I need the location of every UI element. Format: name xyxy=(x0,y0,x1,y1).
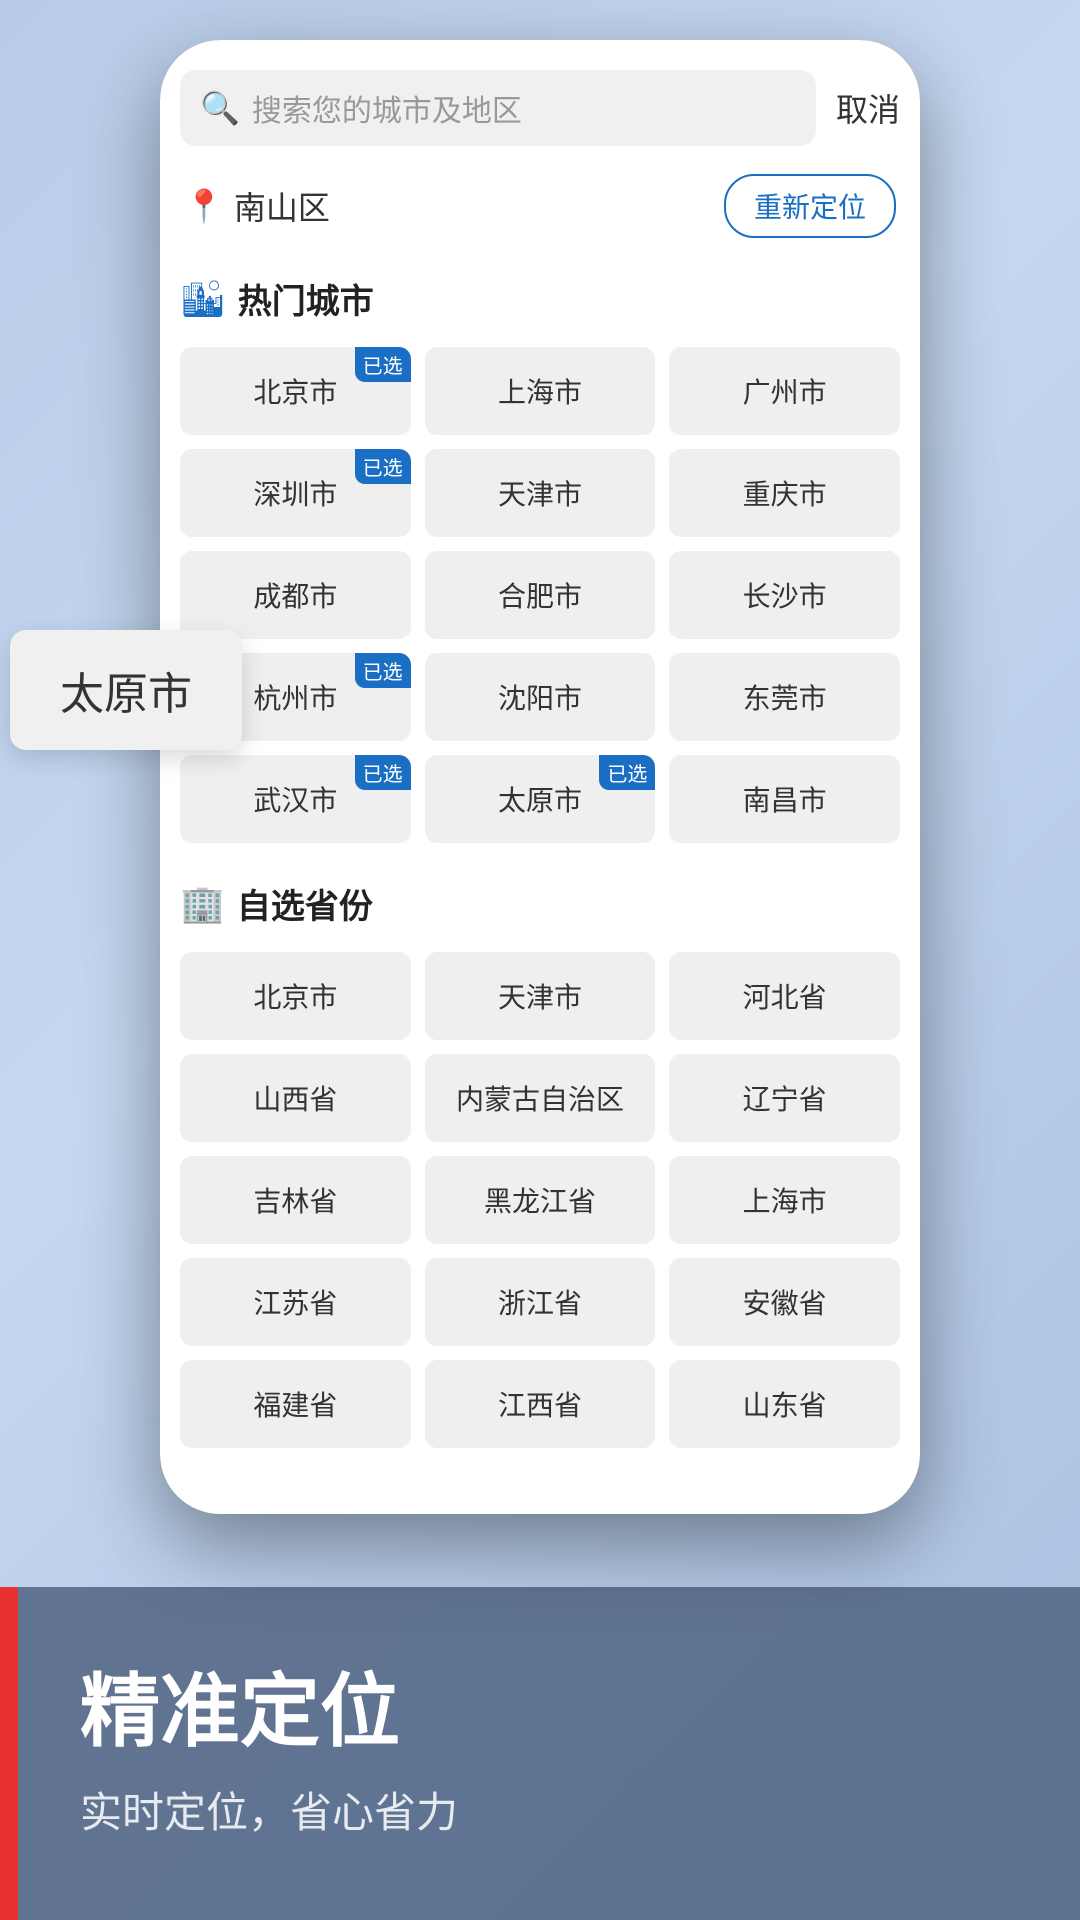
city-shanghai[interactable]: 上海市 xyxy=(425,347,656,435)
search-bar: 🔍 搜索您的城市及地区 取消 xyxy=(180,70,900,146)
prov-shanxi[interactable]: 山西省 xyxy=(180,1054,411,1142)
promo-section: 精准定位 实时定位，省心省力 xyxy=(0,1587,1080,1920)
location-pin-icon: 📍 xyxy=(184,187,224,225)
prov-liaoning[interactable]: 辽宁省 xyxy=(669,1054,900,1142)
promo-title: 精准定位 xyxy=(80,1647,1000,1763)
city-shenyang[interactable]: 沈阳市 xyxy=(425,653,656,741)
prov-zhejiang[interactable]: 浙江省 xyxy=(425,1258,656,1346)
prov-jilin[interactable]: 吉林省 xyxy=(180,1156,411,1244)
search-icon: 🔍 xyxy=(200,89,240,127)
city-shenzhen[interactable]: 深圳市 xyxy=(180,449,411,537)
current-location: 南山区 xyxy=(234,183,330,229)
prov-jiangsu[interactable]: 江苏省 xyxy=(180,1258,411,1346)
city-taiyuan[interactable]: 太原市 xyxy=(425,755,656,843)
city-tianjin[interactable]: 天津市 xyxy=(425,449,656,537)
province-header: 🏢 自选省份 xyxy=(180,879,900,928)
prov-beijing[interactable]: 北京市 xyxy=(180,952,411,1040)
phone-screen: 🔍 搜索您的城市及地区 取消 📍 南山区 重新定位 🏙 热门城市 北京市 上海市… xyxy=(160,40,920,1514)
cancel-button[interactable]: 取消 xyxy=(836,85,900,131)
location-row: 📍 南山区 重新定位 xyxy=(180,174,900,238)
city-guangzhou[interactable]: 广州市 xyxy=(669,347,900,435)
prov-neimenggu[interactable]: 内蒙古自治区 xyxy=(425,1054,656,1142)
hot-cities-header: 🏙 热门城市 xyxy=(180,274,900,323)
city-chongqing[interactable]: 重庆市 xyxy=(669,449,900,537)
prov-shandong[interactable]: 山东省 xyxy=(669,1360,900,1448)
city-dongguan[interactable]: 东莞市 xyxy=(669,653,900,741)
location-left: 📍 南山区 xyxy=(184,183,330,229)
prov-fujian[interactable]: 福建省 xyxy=(180,1360,411,1448)
tooltip-bubble: 太原市 xyxy=(10,630,242,750)
hot-cities-title: 热门城市 xyxy=(238,274,374,323)
city-changsha[interactable]: 长沙市 xyxy=(669,551,900,639)
city-beijing[interactable]: 北京市 xyxy=(180,347,411,435)
province-grid: 北京市 天津市 河北省 山西省 内蒙古自治区 辽宁省 吉林省 黑龙江省 上海市 … xyxy=(180,952,900,1448)
relocate-button[interactable]: 重新定位 xyxy=(724,174,896,238)
prov-heilongjiang[interactable]: 黑龙江省 xyxy=(425,1156,656,1244)
prov-tianjin[interactable]: 天津市 xyxy=(425,952,656,1040)
city-nanchang[interactable]: 南昌市 xyxy=(669,755,900,843)
prov-hebei[interactable]: 河北省 xyxy=(669,952,900,1040)
city-wuhan[interactable]: 武汉市 xyxy=(180,755,411,843)
search-input-wrapper[interactable]: 🔍 搜索您的城市及地区 xyxy=(180,70,816,146)
city-hefei[interactable]: 合肥市 xyxy=(425,551,656,639)
phone-frame: 🔍 搜索您的城市及地区 取消 📍 南山区 重新定位 🏙 热门城市 北京市 上海市… xyxy=(160,40,920,1514)
promo-subtitle: 实时定位，省心省力 xyxy=(80,1779,1000,1840)
prov-jiangxi[interactable]: 江西省 xyxy=(425,1360,656,1448)
promo-accent-bar xyxy=(0,1587,18,1920)
hot-cities-icon: 🏙 xyxy=(180,278,226,320)
prov-shanghai[interactable]: 上海市 xyxy=(669,1156,900,1244)
province-icon: 🏢 xyxy=(180,883,225,925)
hot-cities-grid: 北京市 上海市 广州市 深圳市 天津市 重庆市 成都市 合肥市 长沙市 杭州市 … xyxy=(180,347,900,843)
province-title: 自选省份 xyxy=(237,879,373,928)
prov-anhui[interactable]: 安徽省 xyxy=(669,1258,900,1346)
search-placeholder: 搜索您的城市及地区 xyxy=(252,86,796,130)
city-chengdu[interactable]: 成都市 xyxy=(180,551,411,639)
